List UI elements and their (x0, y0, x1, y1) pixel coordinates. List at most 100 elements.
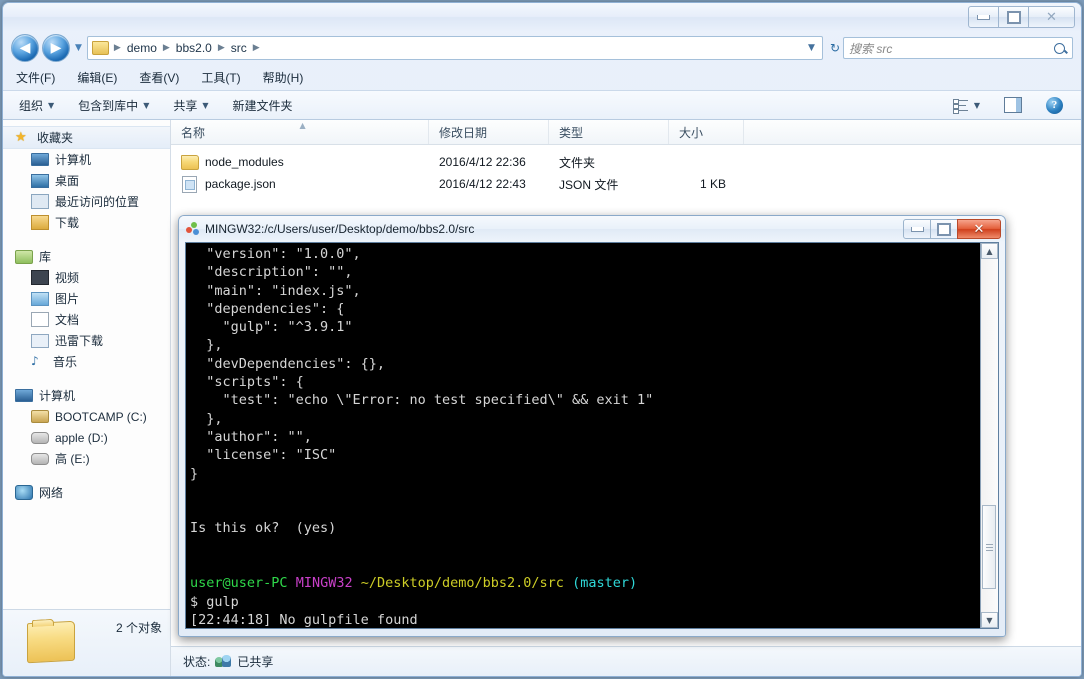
documents-icon (31, 312, 49, 327)
file-type-cell: JSON 文件 (559, 177, 619, 192)
chevron-down-icon: ▼ (202, 100, 209, 110)
table-row[interactable]: node_modules 2016/4/12 22:36 文件夹 (171, 151, 1081, 173)
sidebar-item-computer-fav[interactable]: 计算机 (3, 149, 170, 170)
star-icon: ★ (15, 129, 27, 145)
breadcrumb-separator: ▶ (113, 43, 121, 53)
breadcrumb[interactable]: ▶ demo ▶ bbs2.0 ▶ src ▶ ▼ (86, 36, 823, 60)
chevron-down-icon: ▼ (143, 100, 150, 110)
scrollbar-thumb[interactable] (982, 504, 996, 590)
toolbar-right-group: ▼ ? (937, 94, 1071, 117)
sidebar-item-music[interactable]: ♪ 音乐 (3, 351, 170, 372)
column-headers: 名称 ▲ 修改日期 类型 大小 (171, 120, 1081, 145)
sidebar-item-desktop[interactable]: 桌面 (3, 170, 170, 191)
sidebar-item-computer[interactable]: 计算机 (3, 385, 170, 406)
breadcrumb-dropdown-icon[interactable]: ▼ (804, 43, 819, 53)
toolbar-share-button[interactable]: 共享 ▼ (165, 94, 216, 117)
sidebar-item-libraries[interactable]: 库 (3, 246, 170, 267)
breadcrumb-separator: ▶ (252, 43, 260, 53)
sidebar-item-favorites[interactable]: ★ 收藏夹 (3, 126, 170, 149)
sidebar-label: 高 (E:) (55, 452, 90, 466)
breadcrumb-item-src[interactable]: src (228, 41, 250, 55)
maximize-button[interactable] (998, 6, 1029, 28)
large-folder-icon (27, 620, 75, 664)
desktop-icon (31, 173, 49, 188)
breadcrumb-separator: ▶ (162, 43, 170, 53)
sidebar-item-drive-d[interactable]: apple (D:) (3, 427, 170, 448)
status-label: 状态: (183, 655, 211, 669)
terminal-close-button[interactable]: ✕ (957, 219, 1001, 239)
sidebar-label: BOOTCAMP (C:) (55, 409, 147, 424)
sidebar-item-xunlei[interactable]: 迅雷下载 (3, 330, 170, 351)
terminal-body[interactable]: "version": "1.0.0", "description": "", "… (185, 242, 999, 629)
minimize-button[interactable] (968, 6, 999, 28)
downloads-icon (31, 215, 49, 230)
sidebar-label: 下载 (55, 216, 80, 230)
sidebar-label: 视频 (55, 271, 80, 285)
breadcrumb-item-bbs2[interactable]: bbs2.0 (173, 41, 215, 55)
sidebar-label: 计算机 (39, 389, 76, 403)
toolbar-share-label: 共享 (173, 98, 198, 113)
history-dropdown-icon[interactable]: ▼ (75, 43, 82, 53)
breadcrumb-item-demo[interactable]: demo (124, 41, 160, 55)
mingw32-terminal-window[interactable]: MINGW32:/c/Users/user/Desktop/demo/bbs2.… (178, 215, 1006, 637)
preview-pane-button[interactable] (996, 94, 1030, 116)
sidebar-item-documents[interactable]: 文档 (3, 309, 170, 330)
file-name: package.json (205, 177, 276, 191)
table-row[interactable]: package.json 2016/4/12 22:43 JSON 文件 1 K… (171, 173, 1081, 195)
column-header-name[interactable]: 名称 ▲ (171, 120, 429, 144)
help-button[interactable]: ? (1038, 94, 1071, 117)
status-bar: 状态: 已共享 (171, 646, 1081, 676)
shared-icon (215, 654, 232, 669)
menu-item-help[interactable]: 帮助(H) (254, 67, 313, 88)
view-mode-icon (952, 98, 969, 114)
sidebar-label: 桌面 (55, 174, 80, 188)
forward-button[interactable]: ▶ (42, 34, 70, 62)
view-mode-button[interactable]: ▼ (945, 96, 988, 115)
toolbar-organize-button[interactable]: 组织 ▼ (11, 94, 62, 117)
toolbar-new-folder-button[interactable]: 新建文件夹 (225, 94, 301, 117)
computer-icon (31, 153, 49, 166)
file-size-cell: 1 KB (699, 177, 726, 191)
file-name-cell: node_modules (171, 154, 429, 170)
refresh-icon[interactable]: ↻ (827, 41, 843, 55)
terminal-scrollbar[interactable]: ▲ ▼ (980, 243, 998, 628)
details-pane: 2 个对象 (3, 609, 171, 676)
search-input[interactable]: 搜索 src (843, 37, 1073, 59)
navigation-pane[interactable]: ★ 收藏夹 计算机 桌面 最近访问的位置 下载 库 视频 图片 文档 迅雷下载 … (3, 120, 171, 676)
terminal-maximize-button[interactable] (930, 219, 958, 239)
computer-icon (15, 389, 33, 402)
sidebar-item-network[interactable]: 网络 (3, 482, 170, 503)
sidebar-item-videos[interactable]: 视频 (3, 267, 170, 288)
file-date-cell: 2016/4/12 22:36 (439, 155, 526, 169)
toolbar-new-folder-label: 新建文件夹 (232, 98, 293, 113)
toolbar-include-in-library-button[interactable]: 包含到库中 ▼ (70, 94, 157, 117)
system-drive-icon (31, 410, 49, 423)
column-label: 类型 (559, 125, 584, 140)
back-arrow-icon: ◀ (19, 40, 31, 56)
back-button[interactable]: ◀ (11, 34, 39, 62)
column-label: 修改日期 (439, 125, 488, 140)
breadcrumb-right-controls: ▼ (804, 43, 819, 53)
pictures-icon (31, 291, 49, 306)
sidebar-item-recent-places[interactable]: 最近访问的位置 (3, 191, 170, 212)
column-header-size[interactable]: 大小 (669, 120, 744, 144)
menu-item-file[interactable]: 文件(F) (7, 67, 64, 88)
menu-item-tools[interactable]: 工具(T) (192, 67, 249, 88)
sidebar-item-downloads[interactable]: 下载 (3, 212, 170, 233)
minimize-icon (977, 14, 990, 20)
scroll-up-icon[interactable]: ▲ (981, 243, 998, 259)
menu-item-view[interactable]: 查看(V) (130, 67, 188, 88)
json-file-icon (182, 175, 197, 193)
drive-icon (31, 431, 49, 444)
sidebar-item-pictures[interactable]: 图片 (3, 288, 170, 309)
terminal-minimize-button[interactable] (903, 219, 931, 239)
sidebar-item-drive-e[interactable]: 高 (E:) (3, 448, 170, 469)
column-header-date[interactable]: 修改日期 (429, 120, 549, 144)
sidebar-label: 最近访问的位置 (55, 195, 140, 209)
scroll-down-icon[interactable]: ▼ (981, 612, 998, 628)
close-button[interactable]: ✕ (1028, 6, 1075, 28)
search-icon (1054, 42, 1065, 54)
menu-item-edit[interactable]: 编辑(E) (68, 67, 126, 88)
column-header-type[interactable]: 类型 (549, 120, 669, 144)
sidebar-item-drive-c[interactable]: BOOTCAMP (C:) (3, 406, 170, 427)
